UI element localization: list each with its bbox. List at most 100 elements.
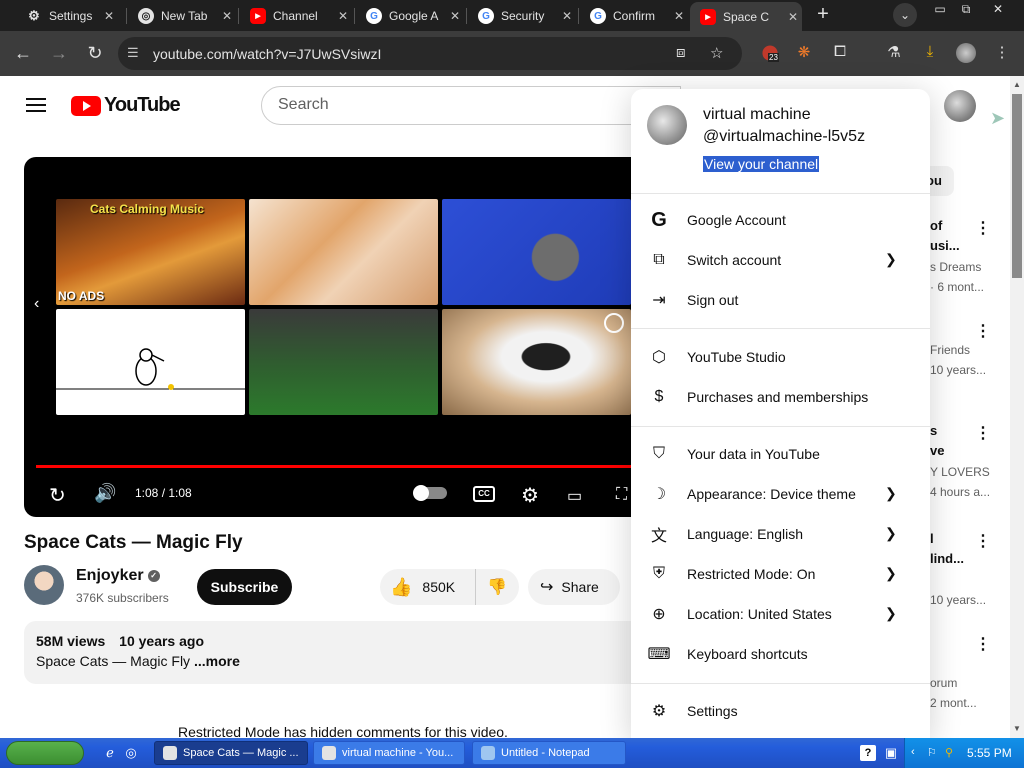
chrome-quicklaunch-icon[interactable]: ◎ (122, 745, 140, 763)
menu-item-appearance[interactable]: ☽ Appearance: Device theme ❯ (631, 474, 930, 514)
taskbar-item-space-cats[interactable]: Space Cats — Magic ... (154, 741, 308, 765)
theater-mode-icon[interactable]: ▭ (567, 486, 582, 506)
reload-button[interactable]: ↻ (82, 40, 108, 66)
flask-icon[interactable]: ⚗ (884, 43, 904, 63)
close-icon[interactable]: ✕ (446, 9, 464, 23)
channel-name-text[interactable]: Enjoyker (76, 567, 144, 584)
url-text[interactable]: youtube.com/watch?v=J7UwSVsiwzI (153, 46, 381, 62)
share-button[interactable]: ↪ Share (528, 569, 620, 605)
menu-item-settings[interactable]: ⚙ Settings (631, 691, 930, 731)
settings-gear-icon[interactable]: ⚙ (521, 483, 539, 508)
menu-item-location[interactable]: ⊕ Location: United States ❯ (631, 594, 930, 634)
taskbar-item-virtual-machine[interactable]: virtual machine - You... (313, 741, 465, 765)
subscribe-button[interactable]: Subscribe (197, 569, 292, 605)
more-actions-icon[interactable]: ⋮ (975, 531, 991, 551)
menu-item-restricted-mode[interactable]: ⛨ Restricted Mode: On ❯ (631, 554, 930, 594)
page-scrollbar[interactable]: ▲ ▼ (1010, 76, 1024, 738)
search-box[interactable] (261, 86, 681, 125)
close-icon[interactable]: ✕ (218, 9, 236, 23)
description-box[interactable]: 58M views 10 years ago Space Cats — Magi… (24, 621, 644, 684)
site-info-icon[interactable]: ☰ (127, 45, 145, 63)
extension-icon[interactable]: ⬤ 23 (760, 43, 780, 63)
profile-avatar[interactable] (956, 43, 976, 63)
end-screen-thumbnail[interactable] (442, 309, 631, 415)
related-title[interactable]: ve (930, 443, 990, 458)
start-button[interactable] (6, 741, 84, 765)
end-screen-thumbnail[interactable] (249, 309, 438, 415)
back-button[interactable]: ← (10, 40, 36, 66)
tab-security[interactable]: G Security ✕ (468, 2, 576, 30)
bookmark-star-icon[interactable]: ☆ (710, 44, 723, 62)
help-icon[interactable]: ? (860, 745, 876, 761)
related-title[interactable]: lind... (930, 551, 990, 566)
autoplay-toggle[interactable] (413, 485, 447, 501)
view-channel-link[interactable]: View your channel (703, 156, 820, 172)
close-window-button[interactable]: ✕ (986, 2, 1010, 20)
close-icon[interactable]: ✕ (784, 10, 802, 24)
tab-space-cats[interactable]: ▶ Space C ✕ (690, 2, 802, 31)
channel-avatar[interactable] (24, 565, 64, 605)
end-screen-thumbnail[interactable]: Cats Calming Music NO ADS (56, 199, 245, 305)
volume-icon[interactable]: 🔊 (94, 483, 116, 504)
menu-item-your-data[interactable]: ⛉ Your data in YouTube (631, 434, 930, 474)
install-app-icon[interactable]: ⧈ (676, 44, 686, 61)
internet-explorer-icon[interactable]: ℯ (101, 745, 119, 763)
channel-name[interactable]: Enjoyker ✓ (76, 567, 160, 585)
close-icon[interactable]: ✕ (100, 9, 118, 23)
search-icon[interactable]: ⚲ (945, 746, 953, 759)
menu-item-switch-account[interactable]: ⧉ Switch account ❯ (631, 240, 930, 280)
minimize-button[interactable]: ▭ (928, 2, 952, 20)
search-input[interactable] (278, 96, 658, 114)
download-icon[interactable]: ⤓ (920, 43, 940, 63)
scroll-down-arrow-icon[interactable]: ▼ (1012, 724, 1022, 733)
forward-button[interactable]: → (46, 40, 72, 66)
menu-item-keyboard-shortcuts[interactable]: ⌨ Keyboard shortcuts (631, 634, 930, 674)
end-screen-thumbnail[interactable] (56, 309, 245, 415)
tab-new-tab[interactable]: ◎ New Tab ✕ (128, 2, 236, 30)
display-icon[interactable]: ▣ (882, 745, 900, 763)
menu-item-language[interactable]: 文 Language: English ❯ (631, 514, 930, 554)
fullscreen-icon[interactable]: ⛶ (616, 486, 627, 504)
more-actions-icon[interactable]: ⋮ (975, 218, 991, 238)
tab-google-account[interactable]: G Google A ✕ (356, 2, 464, 30)
related-title[interactable]: usi... (930, 238, 990, 253)
menu-item-google-account[interactable]: G Google Account (631, 200, 930, 240)
dislike-button[interactable]: 👎 (476, 577, 518, 597)
extensions-puzzle-icon[interactable]: ⧠ (830, 43, 850, 63)
youtube-logo[interactable]: YouTube (71, 94, 181, 117)
tab-channel[interactable]: ▶ Channel ✕ (240, 2, 352, 30)
scrollbar-thumb[interactable] (1012, 94, 1022, 278)
new-tab-button[interactable]: + (812, 4, 834, 26)
captions-button[interactable]: CC (473, 486, 495, 502)
address-bar[interactable]: ☰ youtube.com/watch?v=J7UwSVsiwzI ⧈ ☆ (118, 37, 742, 70)
progress-bar[interactable] (36, 465, 644, 468)
menu-item-sign-out[interactable]: ⇥ Sign out (631, 280, 930, 320)
video-player[interactable]: Cats Calming Music NO ADS ‹ ↻ 🔊 1:08 / 1… (24, 157, 644, 517)
previous-arrow-icon[interactable]: ‹ (34, 295, 39, 313)
tab-search-button[interactable]: ⌄ (893, 3, 917, 27)
more-menu-icon[interactable]: ⋮ (992, 43, 1012, 63)
tab-confirm[interactable]: G Confirm ✕ (580, 2, 688, 30)
more-actions-icon[interactable]: ⋮ (975, 634, 991, 654)
menu-icon[interactable] (26, 98, 46, 112)
tab-settings[interactable]: ⚙ Settings ✕ (16, 2, 118, 30)
more-actions-icon[interactable]: ⋮ (975, 423, 991, 443)
close-icon[interactable]: ✕ (670, 9, 688, 23)
menu-item-purchases[interactable]: $ Purchases and memberships (631, 377, 930, 417)
tray-app-icon[interactable]: ⚐ (927, 746, 937, 759)
tray-collapse-icon[interactable]: ‹ (911, 746, 915, 758)
restore-button[interactable]: ⧉ (954, 2, 978, 20)
close-icon[interactable]: ✕ (334, 9, 352, 23)
more-actions-icon[interactable]: ⋮ (975, 321, 991, 341)
extension-orange-icon[interactable]: ❋ (794, 43, 814, 63)
account-avatar[interactable] (944, 90, 976, 122)
like-button[interactable]: 👍 850K (380, 569, 476, 605)
replay-icon[interactable]: ↻ (49, 483, 66, 508)
scroll-up-arrow-icon[interactable]: ▲ (1012, 80, 1022, 89)
end-screen-thumbnail[interactable] (249, 199, 438, 305)
close-icon[interactable]: ✕ (558, 9, 576, 23)
menu-item-youtube-studio[interactable]: ⬡ YouTube Studio (631, 337, 930, 377)
taskbar-item-notepad[interactable]: Untitled - Notepad (472, 741, 626, 765)
more-link[interactable]: ...more (194, 653, 240, 669)
end-screen-thumbnail[interactable] (442, 199, 631, 305)
